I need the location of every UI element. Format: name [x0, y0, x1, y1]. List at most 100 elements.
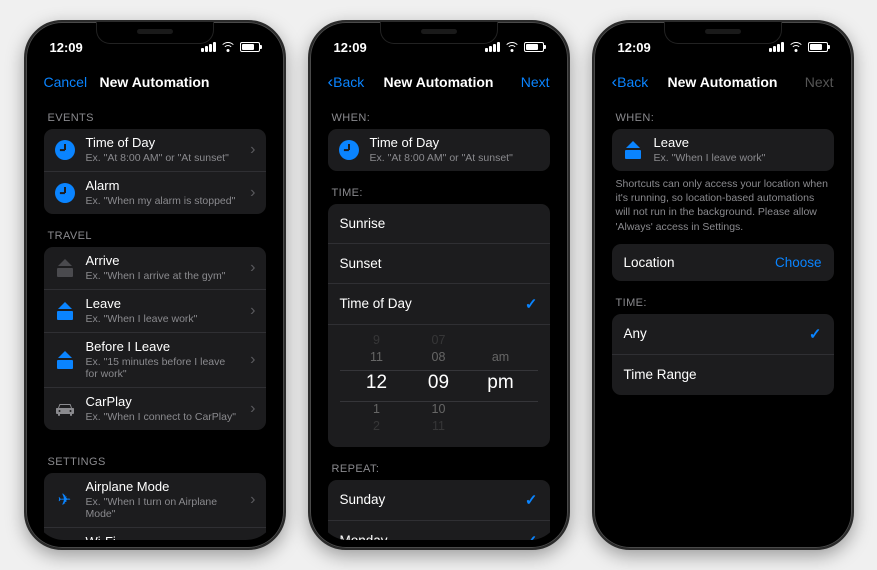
row-title: Leave — [86, 297, 241, 312]
row-title: Wi-Fi — [86, 535, 241, 540]
when-card: Time of Day Ex. "At 8:00 AM" or "At suns… — [328, 129, 550, 171]
row-subtitle: Ex. "When I connect to CarPlay" — [86, 411, 241, 423]
arrive-icon — [54, 257, 76, 279]
row-subtitle: Ex. "When I leave work" — [654, 152, 824, 164]
notch — [664, 22, 782, 44]
row-time-of-day[interactable]: Time of Day Ex. "At 8:00 AM" or "At suns… — [44, 129, 266, 172]
section-header-settings: SETTINGS — [34, 444, 276, 473]
row-title: Before I Leave — [86, 340, 241, 355]
battery-icon — [808, 42, 828, 52]
back-button[interactable]: ‹Back — [612, 74, 649, 90]
nav-title: New Automation — [668, 74, 778, 90]
wifi-icon — [505, 42, 519, 52]
clock-icon — [54, 139, 76, 161]
row-wifi[interactable]: Wi-Fi Ex. "When I connect to home Wi-Fi"… — [44, 528, 266, 540]
row-leave[interactable]: Leave Ex. "When I leave work" › — [44, 290, 266, 333]
location-permission-info: Shortcuts can only access your location … — [602, 171, 844, 244]
time-header: TIME: — [602, 285, 844, 314]
cancel-button[interactable]: Cancel — [44, 74, 88, 90]
back-label: Back — [333, 74, 364, 90]
row-title: Time of Day — [86, 136, 241, 151]
travel-card: Arrive Ex. "When I arrive at the gym" › … — [44, 247, 266, 430]
row-subtitle: Ex. "When I arrive at the gym" — [86, 270, 241, 282]
option-label: Monday — [340, 533, 515, 540]
section-header-travel: TRAVEL — [34, 218, 276, 247]
option-sunrise[interactable]: Sunrise — [328, 204, 550, 244]
time-card: Any ✓ Time Range — [612, 314, 834, 395]
row-carplay[interactable]: CarPlay Ex. "When I connect to CarPlay" … — [44, 388, 266, 430]
option-sunset[interactable]: Sunset — [328, 244, 550, 284]
row-subtitle: Ex. "15 minutes before I leave for work" — [86, 356, 241, 380]
scroll-content[interactable]: WHEN: Time of Day Ex. "At 8:00 AM" or "A… — [318, 100, 560, 540]
checkmark-icon: ✓ — [525, 491, 538, 509]
option-label: Sunrise — [340, 216, 386, 232]
option-time-range[interactable]: Time Range — [612, 355, 834, 395]
chevron-right-icon: › — [250, 491, 255, 509]
phone-2: 12:09 ‹Back New Automation Next WHEN: — [308, 20, 570, 550]
row-alarm[interactable]: Alarm Ex. "When my alarm is stopped" › — [44, 172, 266, 214]
repeat-sunday[interactable]: Sunday ✓ — [328, 480, 550, 521]
repeat-card: Sunday ✓ Monday ✓ Tuesday ✓ — [328, 480, 550, 540]
back-label: Back — [617, 74, 648, 90]
home-icon — [622, 139, 644, 161]
checkmark-icon: ✓ — [525, 532, 538, 540]
row-title: Airplane Mode — [86, 480, 241, 495]
nav-bar: ‹Back New Automation Next — [318, 64, 560, 100]
time-picker[interactable]: 9 11 12 1 2 07 08 09 10 11 — [328, 325, 550, 447]
picker-hour[interactable]: 9 11 12 1 2 — [357, 333, 397, 433]
nav-bar: ‹Back New Automation Next — [602, 64, 844, 100]
checkmark-icon: ✓ — [525, 295, 538, 313]
status-time: 12:09 — [334, 40, 367, 55]
before-leave-icon — [54, 349, 76, 371]
time-card: Sunrise Sunset Time of Day ✓ 9 11 — [328, 204, 550, 447]
row-subtitle: Ex. "When I leave work" — [86, 313, 241, 325]
notch — [96, 22, 214, 44]
phone-3: 12:09 ‹Back New Automation Next WHEN: — [592, 20, 854, 550]
when-summary: Time of Day Ex. "At 8:00 AM" or "At suns… — [328, 129, 550, 171]
chevron-right-icon: › — [250, 141, 255, 159]
chevron-right-icon: › — [250, 259, 255, 277]
picker-minute[interactable]: 07 08 09 10 11 — [419, 333, 459, 433]
section-header-events: EVENTS — [34, 100, 276, 129]
status-time: 12:09 — [50, 40, 83, 55]
option-label: Time Range — [624, 367, 822, 383]
battery-icon — [240, 42, 260, 52]
picker-ampm[interactable]: am pm — [481, 333, 521, 433]
option-time-of-day[interactable]: Time of Day ✓ — [328, 284, 550, 325]
scroll-content[interactable]: EVENTS Time of Day Ex. "At 8:00 AM" or "… — [34, 100, 276, 540]
row-subtitle: Ex. "At 8:00 AM" or "At sunset" — [86, 152, 241, 164]
row-subtitle: Ex. "When my alarm is stopped" — [86, 195, 241, 207]
option-label: Any — [624, 326, 799, 342]
location-label: Location — [624, 255, 675, 270]
when-header: WHEN: — [602, 100, 844, 129]
next-button[interactable]: Next — [521, 74, 550, 90]
row-arrive[interactable]: Arrive Ex. "When I arrive at the gym" › — [44, 247, 266, 290]
chevron-right-icon: › — [250, 302, 255, 320]
when-card: Leave Ex. "When I leave work" — [612, 129, 834, 171]
nav-bar: Cancel New Automation — [34, 64, 276, 100]
airplane-icon: ✈ — [54, 489, 76, 511]
clock-icon — [54, 182, 76, 204]
row-subtitle: Ex. "At 8:00 AM" or "At sunset" — [370, 152, 540, 164]
chevron-right-icon: › — [250, 400, 255, 418]
row-title: Alarm — [86, 179, 241, 194]
row-title: Arrive — [86, 254, 241, 269]
row-airplane[interactable]: ✈ Airplane Mode Ex. "When I turn on Airp… — [44, 473, 266, 528]
row-title: CarPlay — [86, 395, 241, 410]
checkmark-icon: ✓ — [809, 325, 822, 343]
phone-1: 12:09 Cancel New Automation EVENTS — [24, 20, 286, 550]
option-any[interactable]: Any ✓ — [612, 314, 834, 355]
row-before-i-leave[interactable]: Before I Leave Ex. "15 minutes before I … — [44, 333, 266, 388]
option-label: Sunday — [340, 492, 515, 508]
choose-button[interactable]: Choose — [775, 255, 822, 270]
chevron-right-icon: › — [250, 184, 255, 202]
events-card: Time of Day Ex. "At 8:00 AM" or "At suns… — [44, 129, 266, 214]
scroll-content[interactable]: WHEN: Leave Ex. "When I leave work" Shor… — [602, 100, 844, 540]
wifi-icon — [789, 42, 803, 52]
next-button-disabled: Next — [805, 74, 834, 90]
row-subtitle: Ex. "When I turn on Airplane Mode" — [86, 496, 241, 520]
location-row[interactable]: Location Choose — [612, 244, 834, 281]
repeat-monday[interactable]: Monday ✓ — [328, 521, 550, 540]
back-button[interactable]: ‹Back — [328, 74, 365, 90]
clock-icon — [338, 139, 360, 161]
